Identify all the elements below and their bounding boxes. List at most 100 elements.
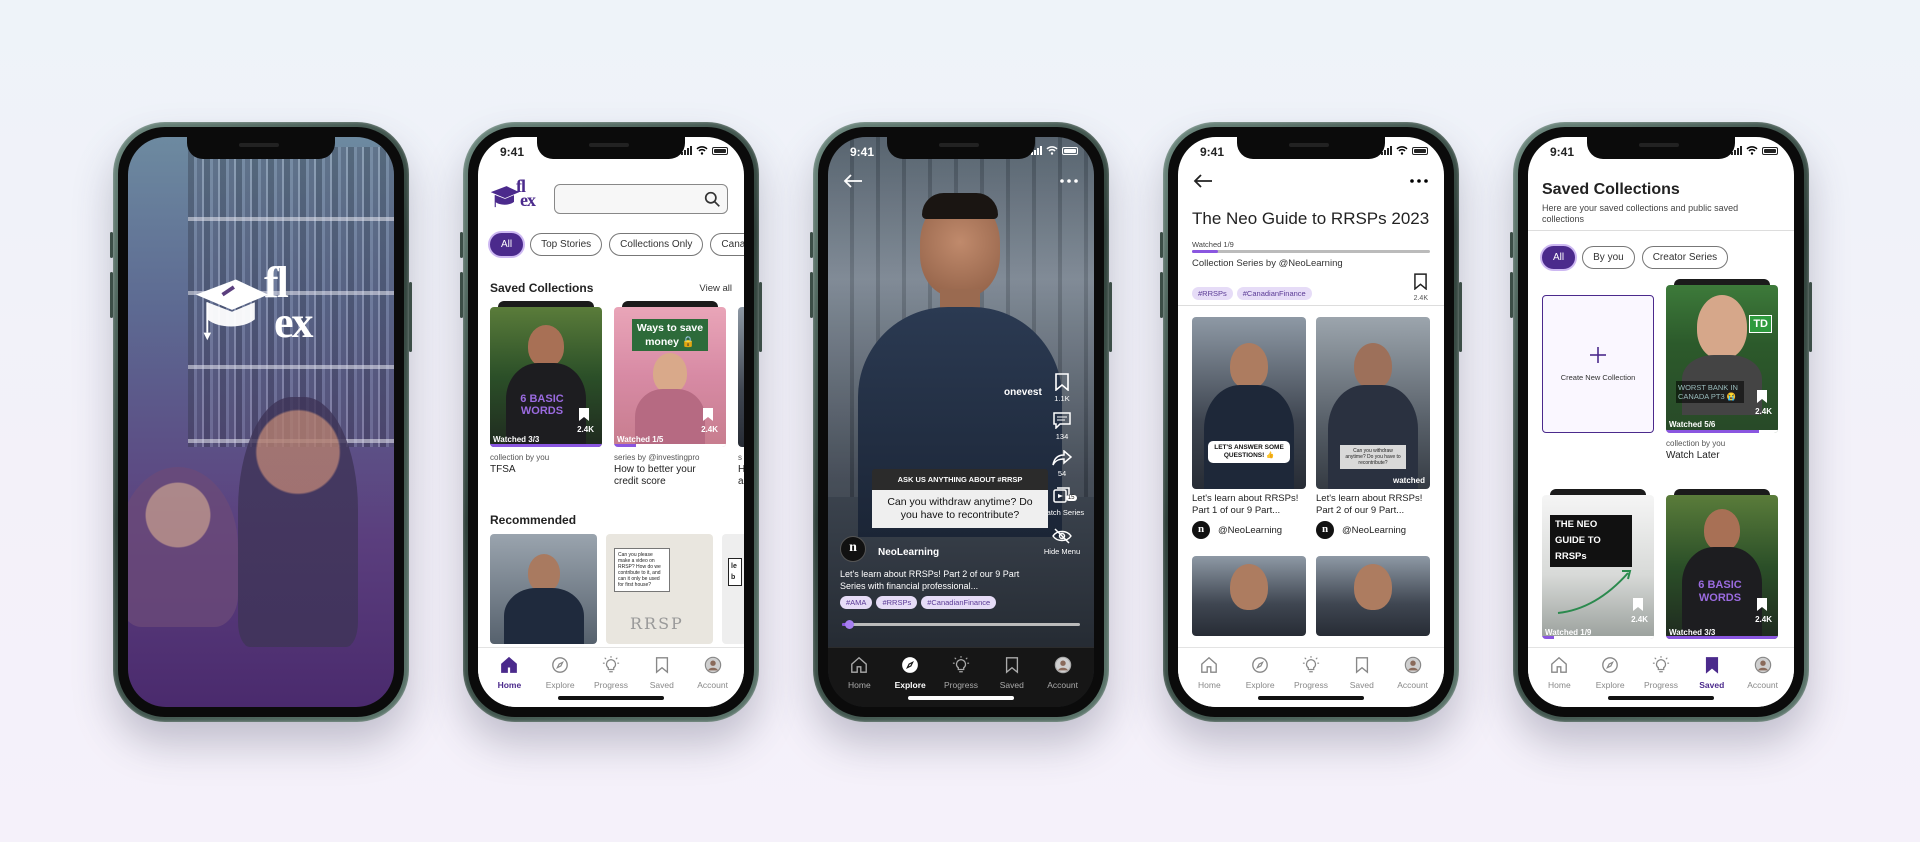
watch-progress — [1542, 636, 1654, 639]
series-video-3[interactable] — [1192, 556, 1306, 636]
saved-card-basic-words[interactable]: 6 BASIC WORDS 2.4K Watched 3/3 — [1666, 489, 1778, 639]
back-arrow-icon[interactable] — [843, 173, 863, 189]
bookmark-action[interactable]: 1.1K — [1054, 373, 1070, 403]
back-arrow-icon[interactable] — [1193, 173, 1213, 189]
channel-name[interactable]: NeoLearning — [878, 547, 939, 558]
nav-label-home: Home — [497, 680, 522, 690]
more-options-icon[interactable] — [1410, 179, 1428, 183]
chip-all[interactable]: All — [1542, 246, 1576, 269]
side-button — [1510, 232, 1513, 258]
nav-home[interactable]: Home — [1185, 656, 1233, 707]
bookmark-icon[interactable] — [578, 407, 590, 422]
notch — [1587, 137, 1735, 159]
growth-arrow-icon — [1557, 570, 1632, 614]
rec-handwritten: RRSP — [630, 614, 684, 633]
notch — [537, 137, 685, 159]
search-field[interactable] — [563, 185, 693, 213]
create-collection-button[interactable]: Create New Collection — [1542, 295, 1654, 433]
nav-label-progress: Progress — [943, 680, 978, 690]
series-video-4[interactable] — [1316, 556, 1430, 636]
video-progress-track[interactable] — [842, 620, 1080, 629]
chip-collections-only[interactable]: Collections Only — [609, 233, 704, 256]
watched-label: Watched 3/3 — [493, 435, 540, 444]
chip-top-stories[interactable]: Top Stories — [530, 233, 603, 256]
saved-card-3-partial[interactable]: s H a — [738, 307, 744, 487]
battery-icon — [712, 146, 728, 155]
saved-card-watch-later[interactable]: TD WORST BANK IN CANADA PT3 😭 2.4K Watch… — [1666, 279, 1778, 461]
bookmark-icon[interactable] — [702, 407, 714, 422]
tag-rrsps[interactable]: #RRSPs — [876, 596, 918, 609]
comment-action[interactable]: 134 — [1053, 412, 1071, 441]
tag-rrsps[interactable]: #RRSPs — [1192, 287, 1233, 300]
search-input[interactable] — [554, 184, 728, 214]
search-icon[interactable] — [704, 191, 721, 208]
nav-label-saved: Saved — [649, 680, 674, 690]
phone-splash: fl ex — [110, 122, 412, 722]
card-thumbnail: 6 BASIC WORDS 2.4K Watched 3/3 — [490, 307, 602, 447]
series-video-1[interactable]: LET'S ANSWER SOME QUESTIONS! 👍 Let's lea… — [1192, 317, 1306, 547]
save-count: 2.4K — [1755, 615, 1772, 624]
nav-account[interactable]: Account — [1739, 656, 1787, 707]
saved-card-1[interactable]: 6 BASIC WORDS 2.4K Watched 3/3 collectio… — [490, 301, 602, 476]
nav-home[interactable]: Home — [485, 656, 533, 707]
saved-card-2[interactable]: Ways to save money 🔒 2.4K Watched 1/5 se… — [614, 301, 726, 491]
tag-canadian-finance[interactable]: #CanadianFinance — [921, 596, 997, 609]
side-button — [460, 272, 463, 318]
more-options-icon[interactable] — [1060, 179, 1078, 183]
rec-card-3-partial[interactable]: le b — [722, 534, 744, 644]
series-by[interactable]: Collection Series by @NeoLearning — [1192, 258, 1343, 269]
series-title: The Neo Guide to RRSPs 2023 — [1192, 209, 1430, 228]
tag-ama[interactable]: #AMA — [840, 596, 873, 609]
watch-progress — [614, 444, 726, 447]
bookmark-count: 1.1K — [1054, 394, 1070, 403]
chip-creator-series[interactable]: Creator Series — [1641, 246, 1729, 269]
nav-account[interactable]: Account — [1389, 656, 1437, 707]
hide-menu-action[interactable]: Hide Menu — [1044, 528, 1080, 556]
phone-home: 9:41 fl ex All Top Stories Collections On — [460, 122, 762, 722]
card-thumbnail: THE NEO GUIDE TO RRSPs 2.4K Watched 1/9 — [1542, 495, 1654, 639]
series-save[interactable]: 2.4K — [1414, 273, 1428, 302]
share-action[interactable]: 54 — [1052, 450, 1072, 478]
channel-avatar[interactable]: n — [1192, 521, 1210, 539]
video-title: Let's learn about RRSPs! Part 1 of our 9… — [1192, 493, 1299, 516]
nav-home[interactable]: Home — [1535, 656, 1583, 707]
account-icon — [704, 656, 722, 680]
bookmark-icon[interactable] — [1632, 597, 1644, 612]
watched-label: Watched 5/6 — [1669, 420, 1716, 429]
nav-home[interactable]: Home — [835, 656, 883, 707]
thumb-text: WORST BANK IN CANADA PT3 😭 — [1676, 381, 1744, 403]
nav-account[interactable]: Account — [1039, 656, 1087, 707]
channel-handle[interactable]: @NeoLearning — [1342, 525, 1406, 536]
wifi-icon — [696, 146, 708, 155]
side-button — [1109, 282, 1112, 352]
video-progress-thumb[interactable] — [845, 620, 855, 629]
watched-label: Watched 1/5 — [617, 435, 664, 444]
chip-all[interactable]: All — [490, 233, 524, 256]
rec-card-1[interactable] — [490, 534, 597, 644]
bookmark-icon[interactable] — [1756, 389, 1768, 404]
chip-by-you[interactable]: By you — [1582, 246, 1635, 269]
rec-card-2[interactable]: Can you please make a video on RRSP? How… — [606, 534, 713, 644]
series-video-2[interactable]: Can you withdraw anytime? Do you have to… — [1316, 317, 1430, 547]
tag-canadian-finance[interactable]: #CanadianFinance — [1236, 287, 1312, 300]
chip-canadian[interactable]: Cana — [710, 233, 744, 256]
watch-progress — [1666, 430, 1778, 433]
nav-label-explore: Explore — [1595, 680, 1625, 690]
side-button — [1510, 272, 1513, 318]
app-logo[interactable]: fl ex — [490, 177, 538, 213]
nav-label-saved: Saved — [1349, 680, 1374, 690]
view-all-link[interactable]: View all — [699, 283, 732, 294]
home-indicator — [1608, 696, 1714, 700]
side-button — [1459, 282, 1462, 352]
channel-avatar[interactable]: n — [1316, 521, 1334, 539]
share-count: 54 — [1057, 469, 1067, 478]
channel-avatar[interactable]: n — [840, 536, 866, 562]
saved-card-neo-guide[interactable]: THE NEO GUIDE TO RRSPs 2.4K Watched 1/9 — [1542, 489, 1654, 639]
side-button — [1160, 272, 1163, 318]
channel-handle[interactable]: @NeoLearning — [1218, 525, 1282, 536]
side-button — [1160, 232, 1163, 258]
rec-caption: le b — [728, 558, 742, 586]
bookmark-icon[interactable] — [1756, 597, 1768, 612]
divider — [1178, 305, 1444, 306]
nav-account[interactable]: Account — [689, 656, 737, 707]
